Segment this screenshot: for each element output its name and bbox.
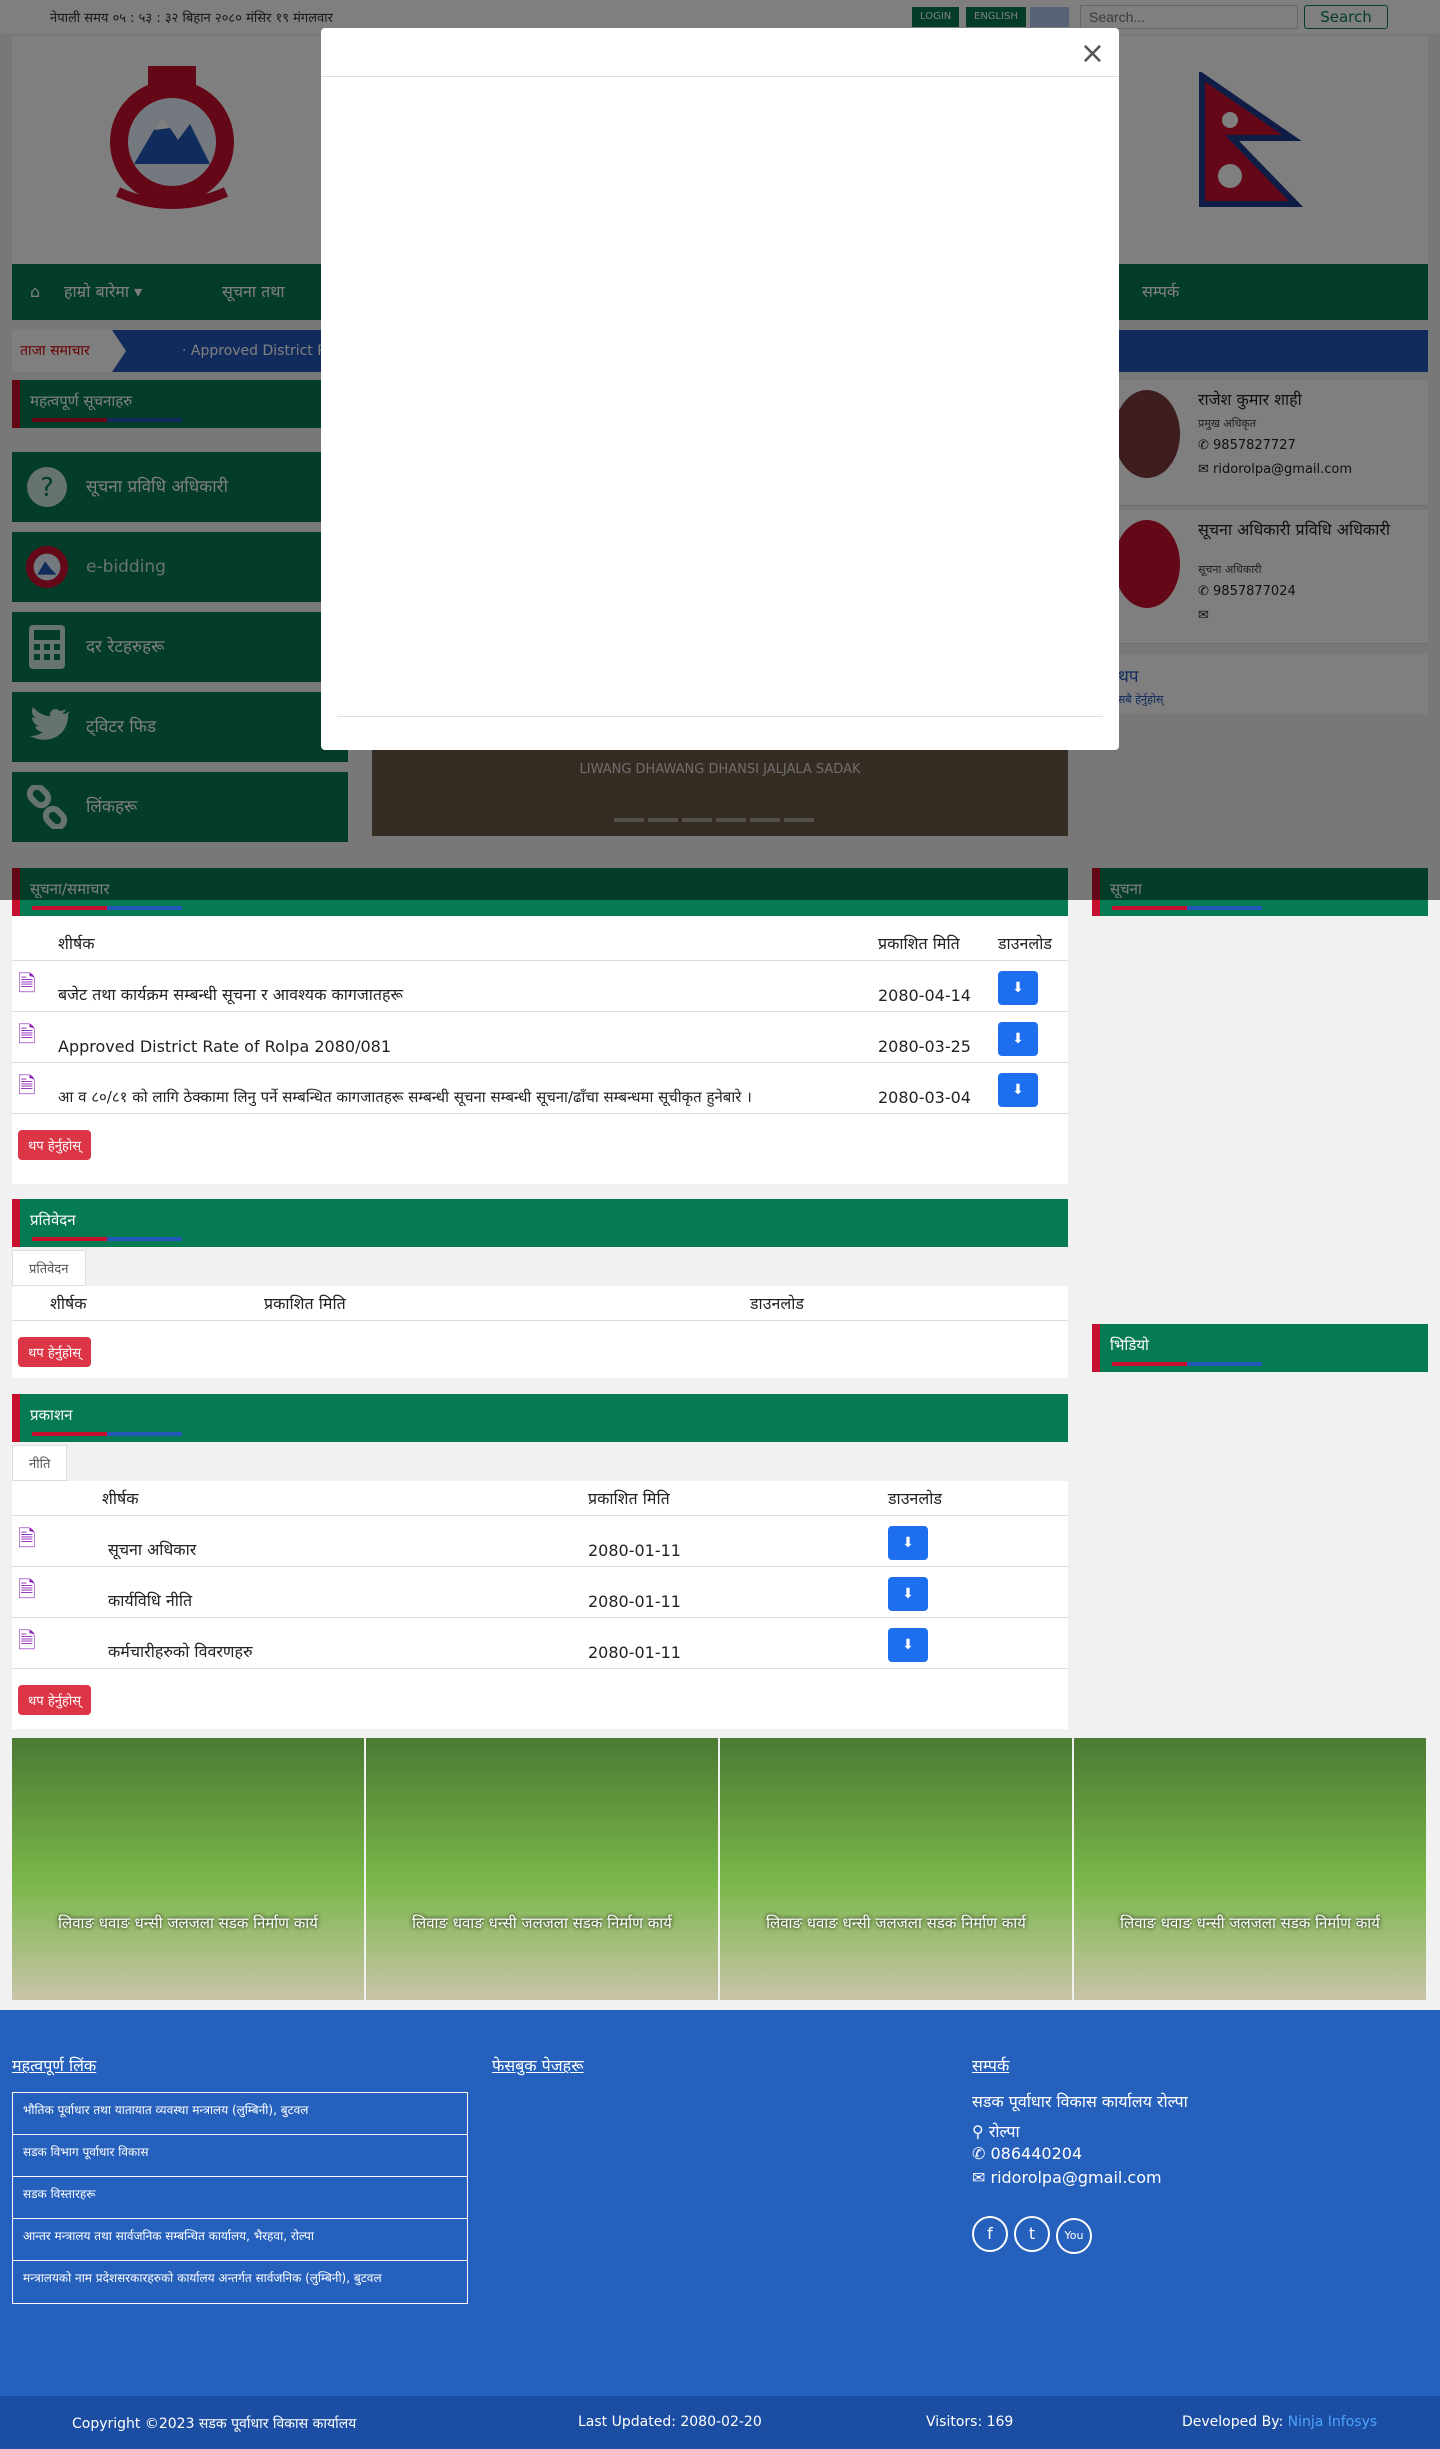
address: ⚲ रोल्पा: [972, 2122, 1020, 2141]
table-row: 🗎 सूचना अधिकार 2080-01-11 ⬇: [12, 1515, 1068, 1567]
facebook-title: फेसबुक पेजहरू: [492, 2056, 584, 2075]
envelope-icon: ✉: [972, 2168, 986, 2187]
notice-title[interactable]: आ व ८०/८१ को लागि ठेक्कामा लिनु पर्ने सम…: [52, 1062, 872, 1114]
gallery-caption: लिवाङ धवाङ धन्सी जलजला सडक निर्माण कार्य: [766, 1914, 1026, 1932]
office-name: सडक पूर्वाधार विकास कार्यालय रोल्पा: [972, 2092, 1188, 2111]
document-icon: 🗎: [12, 1566, 102, 1618]
table-row: 🗎 कर्मचारीहरुको विवरणहरु 2080-01-11 ⬇: [12, 1617, 1068, 1669]
contact-title: सम्पर्क: [972, 2056, 1010, 2075]
document-icon: 🗎: [12, 1515, 102, 1567]
col-date: प्रकाशित मिति: [872, 926, 992, 961]
modal-footer-divider: [337, 716, 1103, 717]
notice-date: 2080-03-04: [872, 1062, 992, 1114]
col-date: प्रकाशित मिति: [258, 1286, 744, 1321]
col-title: शीर्षक: [52, 926, 872, 961]
twitter-icon[interactable]: t: [1014, 2216, 1050, 2252]
publication-date: 2080-01-11: [582, 1515, 882, 1567]
publication-title[interactable]: सूचना अधिकार: [102, 1515, 582, 1567]
developer-link[interactable]: Ninja Infosys: [1288, 2414, 1378, 2430]
publication-title[interactable]: कार्यविधि नीति: [102, 1566, 582, 1618]
col-download: डाउनलोड: [744, 1286, 1068, 1321]
table-row: 🗎 Approved District Rate of Rolpa 2080/0…: [12, 1011, 1068, 1063]
copyright: Copyright ©2023 सडक पूर्वाधार विकास कार्…: [72, 2416, 357, 2432]
gallery-image[interactable]: लिवाङ धवाङ धन्सी जलजला सडक निर्माण कार्य: [720, 1738, 1072, 2000]
publications-more-button[interactable]: थप हेर्नुहोस्: [18, 1685, 91, 1715]
footer-link[interactable]: आन्तर मन्त्रालय तथा सार्वजनिक सम्बन्धित …: [13, 2219, 467, 2261]
gallery-image[interactable]: लिवाङ धवाङ धन्सी जलजला सडक निर्माण कार्य: [1074, 1738, 1426, 2000]
phone-icon: ✆: [972, 2144, 986, 2163]
download-button[interactable]: ⬇: [888, 1628, 928, 1662]
download-button[interactable]: ⬇: [998, 971, 1038, 1005]
social-links: f t You: [972, 2216, 1098, 2254]
document-icon: 🗎: [12, 1062, 52, 1114]
reports-heading: प्रतिवेदन: [12, 1199, 1068, 1247]
youtube-icon[interactable]: You: [1056, 2218, 1092, 2254]
table-row: 🗎 आ व ८०/८१ को लागि ठेक्कामा लिनु पर्ने …: [12, 1062, 1068, 1114]
publications-table: शीर्षक प्रकाशित मिति डाउनलोड 🗎 सूचना अधि…: [12, 1481, 1068, 1669]
notice-date: 2080-04-14: [872, 960, 992, 1012]
notices-more-button[interactable]: थप हेर्नुहोस्: [18, 1130, 91, 1160]
reports-more-button[interactable]: थप हेर्नुहोस्: [18, 1337, 91, 1367]
sub-footer: Copyright ©2023 सडक पूर्वाधार विकास कार्…: [0, 2396, 1440, 2449]
notices-panel: शीर्षक प्रकाशित मिति डाउनलोड 🗎 बजेट तथा …: [12, 916, 1068, 1184]
document-icon: 🗎: [12, 1011, 52, 1063]
email: ✉ ridorolpa@gmail.com: [972, 2168, 1162, 2187]
notice-date: 2080-03-25: [872, 1011, 992, 1063]
col-date: प्रकाशित मिति: [582, 1481, 882, 1516]
visitor-count: Visitors: 169: [926, 2414, 1014, 2430]
download-button[interactable]: ⬇: [888, 1526, 928, 1560]
modal-header-divider: [321, 76, 1119, 77]
gallery-image[interactable]: लिवाङ धवाङ धन्सी जलजला सडक निर्माण कार्य: [12, 1738, 364, 2000]
table-row: 🗎 कार्यविधि नीति 2080-01-11 ⬇: [12, 1566, 1068, 1618]
col-download: डाउनलोड: [882, 1481, 1068, 1516]
gallery-caption: लिवाङ धवाङ धन्सी जलजला सडक निर्माण कार्य: [1120, 1914, 1380, 1932]
gallery-caption: लिवाङ धवाङ धन्सी जलजला सडक निर्माण कार्य: [412, 1914, 672, 1932]
document-icon: 🗎: [12, 1617, 102, 1669]
video-heading: भिडियो: [1092, 1324, 1428, 1372]
phone: ✆ 086440204: [972, 2144, 1083, 2163]
popup-modal: ×: [321, 28, 1119, 750]
publications-heading: प्रकाशन: [12, 1394, 1068, 1442]
footer-links-list: भौतिक पूर्वाधार तथा यातायात व्यवस्था मन्…: [12, 2092, 468, 2304]
publication-date: 2080-01-11: [582, 1617, 882, 1669]
col-title: शीर्षक: [12, 1286, 258, 1321]
notice-title[interactable]: बजेट तथा कार्यक्रम सम्बन्धी सूचना र आवश्…: [52, 960, 872, 1012]
map-marker-icon: ⚲: [972, 2122, 984, 2141]
close-icon[interactable]: ×: [1080, 36, 1105, 71]
reports-panel: प्रतिवेदन शीर्षक प्रकाशित मिति डाउनलोड थ…: [12, 1250, 1068, 1380]
footer: महत्वपूर्ण लिंक भौतिक पूर्वाधार तथा याता…: [0, 2010, 1440, 2396]
reports-table: शीर्षक प्रकाशित मिति डाउनलोड: [12, 1286, 1068, 1321]
footer-link[interactable]: सडक विस्तारहरू: [13, 2177, 467, 2219]
col-title: शीर्षक: [102, 1481, 582, 1516]
last-updated: Last Updated: 2080-02-20: [578, 2414, 762, 2430]
facebook-icon[interactable]: f: [972, 2216, 1008, 2252]
download-button[interactable]: ⬇: [998, 1073, 1038, 1107]
developer-credit: Developed By: Ninja Infosys: [1182, 2414, 1378, 2430]
footer-links-title: महत्वपूर्ण लिंक: [12, 2056, 97, 2075]
download-button[interactable]: ⬇: [998, 1022, 1038, 1056]
tab-reports[interactable]: प्रतिवेदन: [12, 1250, 86, 1286]
gallery-caption: लिवाङ धवाङ धन्सी जलजला सडक निर्माण कार्य: [58, 1914, 318, 1932]
gallery-image[interactable]: लिवाङ धवाङ धन्सी जलजला सडक निर्माण कार्य: [366, 1738, 718, 2000]
footer-link[interactable]: भौतिक पूर्वाधार तथा यातायात व्यवस्था मन्…: [13, 2093, 467, 2135]
footer-link[interactable]: मन्त्रालयको नाम प्रदेशसरकारहरुको कार्याल…: [13, 2261, 467, 2303]
download-button[interactable]: ⬇: [888, 1577, 928, 1611]
col-download: डाउनलोड: [992, 926, 1068, 961]
notice-title[interactable]: Approved District Rate of Rolpa 2080/081: [52, 1011, 872, 1063]
table-row: 🗎 बजेट तथा कार्यक्रम सम्बन्धी सूचना र आव…: [12, 960, 1068, 1012]
notices-table: शीर्षक प्रकाशित मिति डाउनलोड 🗎 बजेट तथा …: [12, 926, 1068, 1114]
publication-date: 2080-01-11: [582, 1566, 882, 1618]
document-icon: 🗎: [12, 960, 52, 1012]
tab-policy[interactable]: नीति: [12, 1445, 68, 1481]
publications-panel: नीति शीर्षक प्रकाशित मिति डाउनलोड 🗎 सूचन…: [12, 1445, 1068, 1731]
publication-title[interactable]: कर्मचारीहरुको विवरणहरु: [102, 1617, 582, 1669]
footer-link[interactable]: सडक विभाग पूर्वाधार विकास: [13, 2135, 467, 2177]
